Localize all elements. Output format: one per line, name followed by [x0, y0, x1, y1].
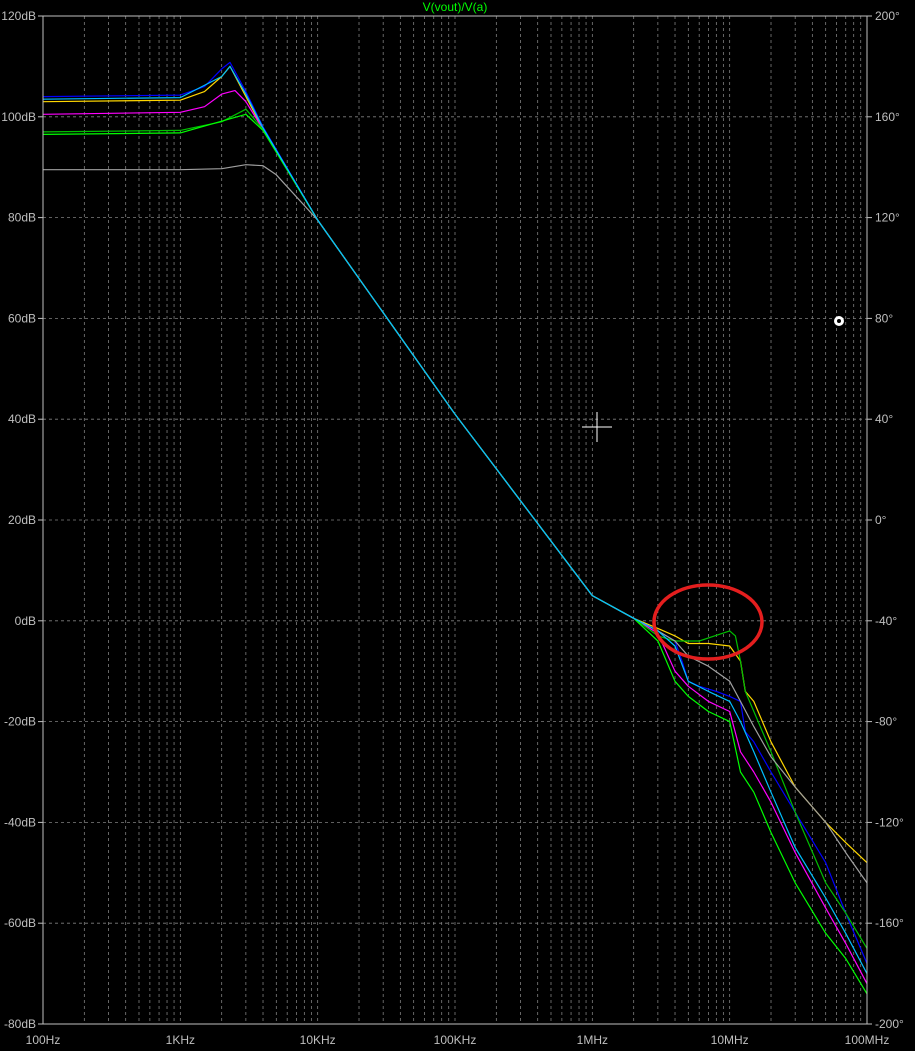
y-tick-label: 100dB: [1, 110, 36, 124]
y2-tick-label: -80°: [875, 715, 897, 729]
x-tick-label: 10KHz: [300, 1033, 336, 1047]
x-tick-label: 1MHz: [577, 1033, 608, 1047]
plot-background: [0, 0, 915, 1051]
y2-tick-label: 40°: [875, 412, 893, 426]
bode-plot: V(vout)/V(a) 100Hz 1KHz 10KHz 100KHz 1MHz 10M…: [0, 0, 915, 1051]
y-tick-label: 40dB: [8, 412, 36, 426]
x-tick-label: 1KHz: [166, 1033, 195, 1047]
y2-tick-label: 200°: [875, 9, 900, 23]
y2-tick-label: -40°: [875, 614, 897, 628]
y2-tick-label: -200°: [875, 1017, 904, 1031]
x-tick-label: 10MHz: [711, 1033, 749, 1047]
y2-tick-label: 0°: [875, 513, 887, 527]
y2-tick-label: -120°: [875, 815, 904, 829]
x-tick-label: 100KHz: [434, 1033, 477, 1047]
y-tick-label: 60dB: [8, 311, 36, 325]
y-tick-label: -40dB: [4, 815, 36, 829]
y-tick-label: -80dB: [4, 1017, 36, 1031]
y2-tick-label: 160°: [875, 110, 900, 124]
y-tick-label: 80dB: [8, 211, 36, 225]
y-tick-label: -20dB: [4, 715, 36, 729]
y-tick-label: 20dB: [8, 513, 36, 527]
y-tick-label: -60dB: [4, 916, 36, 930]
y-tick-label: 120dB: [1, 9, 36, 23]
y2-tick-label: 120°: [875, 211, 900, 225]
y2-tick-label: 80°: [875, 311, 893, 325]
y2-tick-label: -160°: [875, 916, 904, 930]
chart-title: V(vout)/V(a): [423, 0, 488, 14]
x-tick-label: 100Hz: [26, 1033, 61, 1047]
marker-dot-center: [837, 319, 841, 323]
x-tick-label: 100MHz: [845, 1033, 890, 1047]
y-tick-label: 0dB: [15, 614, 36, 628]
